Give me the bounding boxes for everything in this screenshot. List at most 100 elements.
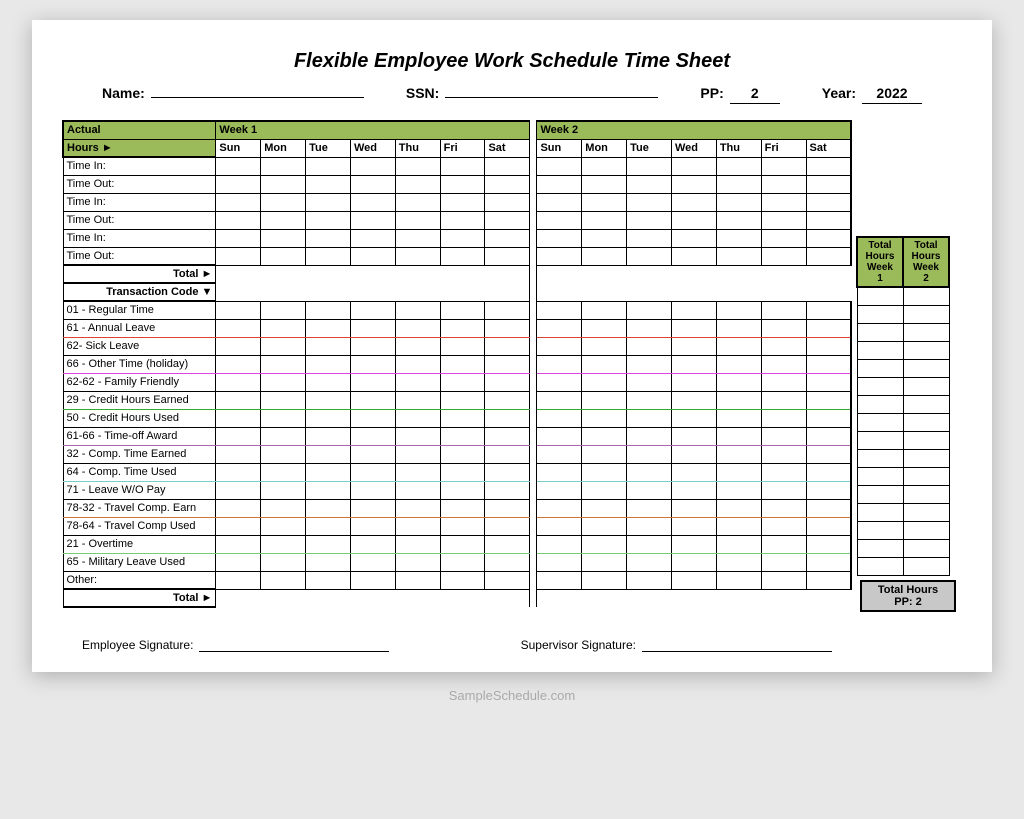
cell[interactable] [537, 553, 582, 571]
cell[interactable] [485, 535, 530, 553]
cell[interactable] [306, 211, 351, 229]
total-cell[interactable] [903, 467, 949, 485]
cell[interactable] [440, 319, 485, 337]
cell[interactable] [716, 391, 761, 409]
cell[interactable] [395, 193, 440, 211]
cell[interactable] [261, 499, 306, 517]
total-cell[interactable] [903, 539, 949, 557]
cell[interactable] [350, 175, 395, 193]
cell[interactable] [216, 211, 261, 229]
cell[interactable] [582, 427, 627, 445]
cell[interactable] [395, 535, 440, 553]
cell[interactable] [671, 391, 716, 409]
cell[interactable] [627, 391, 672, 409]
cell[interactable] [350, 499, 395, 517]
cell[interactable] [306, 409, 351, 427]
cell[interactable] [395, 445, 440, 463]
cell[interactable] [306, 229, 351, 247]
cell[interactable] [395, 463, 440, 481]
total-cell[interactable] [903, 431, 949, 449]
total-cell[interactable] [857, 305, 903, 323]
cell[interactable] [716, 553, 761, 571]
total-cell[interactable] [903, 485, 949, 503]
cell[interactable] [440, 535, 485, 553]
cell[interactable] [806, 571, 851, 589]
cell[interactable] [350, 355, 395, 373]
cell[interactable] [671, 301, 716, 319]
cell[interactable] [806, 517, 851, 535]
cell[interactable] [440, 499, 485, 517]
cell[interactable] [306, 553, 351, 571]
cell[interactable] [537, 517, 582, 535]
cell[interactable] [306, 463, 351, 481]
cell[interactable] [440, 301, 485, 319]
total-cell[interactable] [857, 323, 903, 341]
cell[interactable] [716, 301, 761, 319]
cell[interactable] [440, 517, 485, 535]
cell[interactable] [582, 301, 627, 319]
cell[interactable] [350, 247, 395, 265]
cell[interactable] [582, 409, 627, 427]
total-cell[interactable] [857, 431, 903, 449]
cell[interactable] [306, 499, 351, 517]
cell[interactable] [395, 553, 440, 571]
cell[interactable] [582, 463, 627, 481]
cell[interactable] [627, 319, 672, 337]
cell[interactable] [716, 481, 761, 499]
cell[interactable] [216, 247, 261, 265]
cell[interactable] [440, 463, 485, 481]
cell[interactable] [306, 175, 351, 193]
cell[interactable] [716, 319, 761, 337]
cell[interactable] [440, 229, 485, 247]
cell[interactable] [761, 337, 806, 355]
cell[interactable] [537, 391, 582, 409]
cell[interactable] [806, 229, 851, 247]
cell[interactable] [716, 337, 761, 355]
total-cell[interactable] [857, 395, 903, 413]
cell[interactable] [216, 463, 261, 481]
cell[interactable] [485, 373, 530, 391]
cell[interactable] [627, 481, 672, 499]
cell[interactable] [761, 481, 806, 499]
cell[interactable] [350, 517, 395, 535]
cell[interactable] [485, 391, 530, 409]
total-cell[interactable] [857, 467, 903, 485]
cell[interactable] [485, 445, 530, 463]
cell[interactable] [761, 463, 806, 481]
cell[interactable] [671, 445, 716, 463]
cell[interactable] [582, 355, 627, 373]
cell[interactable] [350, 337, 395, 355]
cell[interactable] [485, 301, 530, 319]
cell[interactable] [350, 535, 395, 553]
cell[interactable] [306, 355, 351, 373]
cell[interactable] [485, 463, 530, 481]
cell[interactable] [216, 193, 261, 211]
cell[interactable] [395, 499, 440, 517]
cell[interactable] [806, 319, 851, 337]
cell[interactable] [261, 355, 306, 373]
cell[interactable] [582, 337, 627, 355]
cell[interactable] [306, 373, 351, 391]
cell[interactable] [350, 409, 395, 427]
cell[interactable] [761, 535, 806, 553]
cell[interactable] [582, 229, 627, 247]
cell[interactable] [261, 373, 306, 391]
total-cell[interactable] [903, 341, 949, 359]
total-cell[interactable] [857, 557, 903, 575]
cell[interactable] [716, 409, 761, 427]
cell[interactable] [537, 319, 582, 337]
cell[interactable] [350, 193, 395, 211]
cell[interactable] [806, 553, 851, 571]
cell[interactable] [306, 571, 351, 589]
cell[interactable] [806, 175, 851, 193]
total-cell[interactable] [903, 377, 949, 395]
total-cell[interactable] [903, 287, 949, 305]
total-cell[interactable] [857, 413, 903, 431]
cell[interactable] [806, 499, 851, 517]
cell[interactable] [440, 481, 485, 499]
cell[interactable] [350, 571, 395, 589]
cell[interactable] [537, 211, 582, 229]
cell[interactable] [395, 391, 440, 409]
cell[interactable] [671, 193, 716, 211]
cell[interactable] [537, 409, 582, 427]
